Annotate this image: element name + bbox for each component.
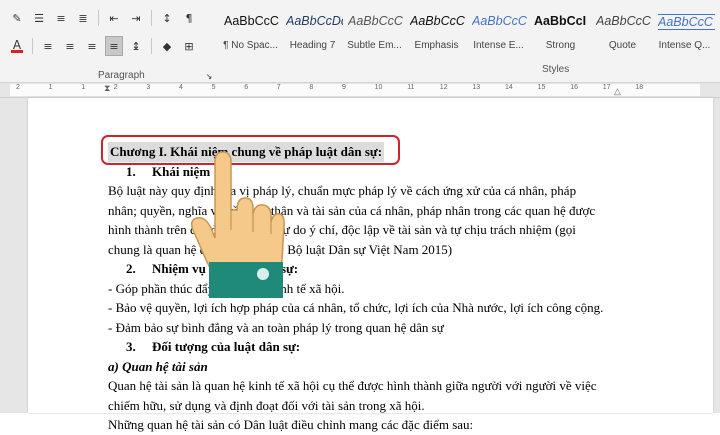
ruler-tick: 2 (113, 84, 118, 91)
style-name: Intense Q... (658, 40, 711, 51)
style-preview: AaBbCcDd (286, 14, 343, 28)
sort-icon[interactable]: ↕ (158, 8, 176, 28)
styles-label: Styles (542, 64, 570, 75)
style-intense-quote[interactable]: AaBbCcC Intense Q... (654, 6, 715, 60)
ruler-tick: 13 (472, 84, 481, 91)
paragraph-group: ✎ ☰ ≡ ≣ ⇤ ⇥ ↕ ¶ A ≡ ≡ ≡ ≡ ↨ ◆ ⊞ Paragrap… (0, 6, 212, 81)
ruler-tick: 1 (48, 84, 53, 91)
style-name: Quote (608, 40, 637, 51)
body-line: Những quan hệ tài sản có Dân luật điều c… (108, 417, 474, 432)
body-line: - Đảm bảo sự bình đẳng và an toàn pháp l… (108, 319, 444, 335)
section-number: 2. (126, 261, 136, 276)
ruler-tick: 2 (16, 84, 20, 91)
style-name: Heading 7 (289, 40, 336, 51)
section-heading-3: 3. Đối tượng của luật dân sự: (108, 337, 648, 357)
body-line: chiếm hữu, sử dụng và định đoạt đối với … (108, 397, 425, 413)
ruler-tick: 16 (570, 84, 578, 91)
ruler-tick: 1 (81, 84, 86, 91)
pilcrow-icon[interactable]: ¶ (180, 8, 198, 28)
section-number: 3. (126, 339, 136, 354)
increase-indent-icon[interactable]: ⇥ (127, 8, 145, 28)
first-line-indent-marker-icon[interactable]: ⧗ (104, 83, 110, 94)
ruler-tick: 14 (505, 84, 513, 91)
bullets-icon[interactable]: ☰ (30, 8, 48, 28)
style-name: Intense E... (473, 40, 524, 51)
ruler-tick: 7 (276, 84, 281, 91)
line-spacing-icon[interactable]: ↨ (127, 36, 145, 56)
style-name: Emphasis (414, 40, 459, 51)
style-strong[interactable]: AaBbCcI Strong (530, 6, 591, 60)
style-preview: AaBbCcC (472, 14, 527, 28)
ruler-tick: 15 (537, 84, 546, 91)
style-preview: AaBbCcI (534, 14, 587, 28)
font-color-icon[interactable]: A (8, 36, 26, 56)
justify-icon[interactable]: ≡ (105, 36, 123, 56)
ruler-tick: 3 (146, 84, 151, 91)
paragraph-label: Paragraph (98, 70, 145, 81)
hand-pointer-icon (190, 151, 285, 298)
style-preview: AaBbCcC (410, 14, 465, 28)
ruler-tick: 4 (179, 84, 183, 91)
ribbon: ✎ ☰ ≡ ≣ ⇤ ⇥ ↕ ¶ A ≡ ≡ ≡ ≡ ↨ ◆ ⊞ Paragrap… (0, 0, 720, 83)
style-heading-7[interactable]: AaBbCcDd Heading 7 (282, 6, 343, 60)
ruler-tick: 10 (374, 84, 383, 91)
ruler-tick: 9 (342, 84, 346, 91)
shading-icon[interactable]: ◆ (158, 36, 176, 56)
ruler-tick: 18 (635, 84, 644, 91)
align-center-icon[interactable]: ≡ (61, 36, 79, 56)
ruler-tick: 5 (211, 84, 216, 91)
right-indent-marker-icon[interactable]: △ (614, 86, 621, 97)
style-preview: AaBbCcC (224, 14, 279, 28)
decrease-indent-icon[interactable]: ⇤ (105, 8, 123, 28)
style-name: Subtle Em... (347, 40, 402, 51)
ruler-tick: 11 (407, 84, 415, 91)
style-preview: AaBbCcC (658, 14, 715, 30)
horizontal-ruler[interactable]: 2 1 1 2 3 4 5 6 7 8 9 10 11 12 13 14 15 16 17 18 ⧗ △ (0, 83, 720, 98)
style-emphasis[interactable]: AaBbCcC Emphasis (406, 6, 467, 60)
paragraph-row-1: ✎ ☰ ≡ ≣ ⇤ ⇥ ↕ ¶ (8, 8, 198, 28)
style-subtle-emphasis[interactable]: AaBbCcC Subtle Em... (344, 6, 405, 60)
style-quote[interactable]: AaBbCcC Quote (592, 6, 653, 60)
style-name: Strong (545, 40, 576, 51)
section-title: Đối tượng của luật dân sự: (152, 339, 301, 354)
body-line: Quan hệ tài sản là quan hệ kinh tế xã hộ… (108, 378, 597, 393)
multilevel-list-icon[interactable]: ≣ (74, 8, 92, 28)
borders-icon[interactable]: ⊞ (180, 36, 198, 56)
highlight-color-icon[interactable]: ✎ (8, 8, 26, 28)
style-name: ¶ No Spac... (223, 40, 278, 51)
styles-gallery: AaBbCcC ¶ No Spac... AaBbCcDd Heading 7 … (220, 6, 720, 62)
paragraph-dialog-launcher-icon[interactable]: ↘ (200, 66, 218, 82)
ruler-tick: 12 (439, 84, 448, 91)
align-left-icon[interactable]: ≡ (39, 36, 57, 56)
section-number: 1. (126, 163, 136, 179)
paragraph-row-2: A ≡ ≡ ≡ ≡ ↨ ◆ ⊞ (8, 36, 198, 56)
align-right-icon[interactable]: ≡ (83, 36, 101, 56)
numbering-icon[interactable]: ≡ (52, 8, 70, 28)
body-line: - Bảo vệ quyền, lợi ích hợp pháp của cá … (108, 300, 604, 315)
style-preview: AaBbCcC (596, 14, 651, 28)
ruler-tick: 17 (602, 84, 611, 91)
style-preview: AaBbCcC (348, 14, 403, 28)
style-no-spacing[interactable]: AaBbCcC ¶ No Spac... (220, 6, 281, 60)
ruler-tick: 8 (309, 84, 314, 91)
subsection-heading: a) Quan hệ tài sản (108, 358, 208, 374)
style-intense-emphasis[interactable]: AaBbCcC Intense E... (468, 6, 529, 60)
ruler-tick: 6 (244, 84, 249, 91)
